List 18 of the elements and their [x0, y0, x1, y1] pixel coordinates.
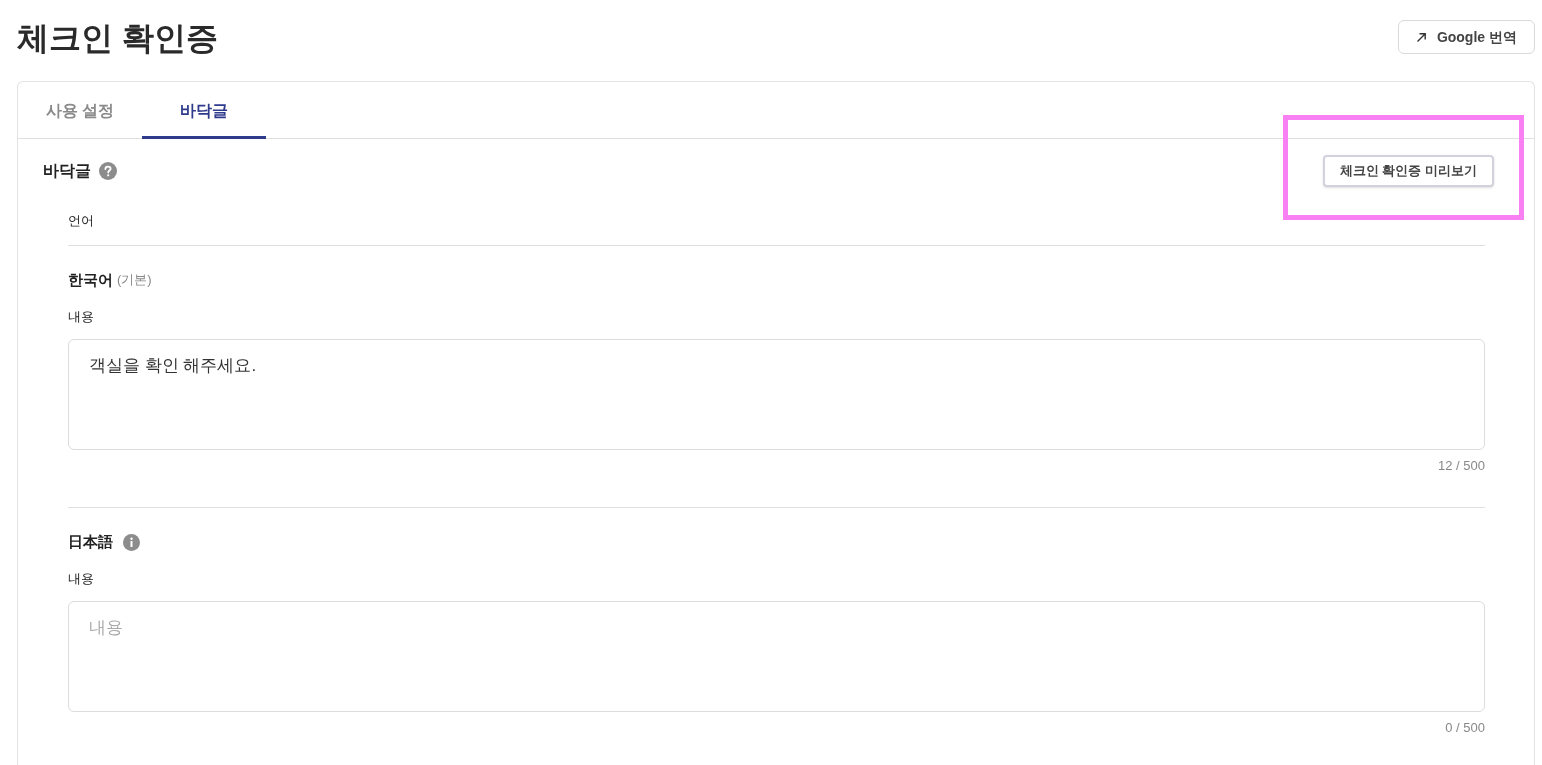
- language-name: 한국어: [68, 269, 113, 290]
- content-label: 내용: [68, 308, 95, 326]
- external-arrow-icon: [1415, 31, 1427, 43]
- character-counter: 0 / 500: [1445, 719, 1485, 737]
- default-note: (기본): [117, 271, 152, 290]
- content-label: 내용: [68, 570, 95, 588]
- google-translate-button[interactable]: Google 번역: [1397, 20, 1535, 54]
- language-label: 언어: [68, 212, 95, 230]
- info-icon[interactable]: [123, 533, 140, 551]
- language-name: 日本語: [68, 531, 113, 552]
- character-counter: 12 / 500: [1438, 457, 1485, 475]
- preview-button[interactable]: 체크인 확인증 미리보기: [1322, 155, 1494, 187]
- tab[interactable]: 바닥글: [142, 82, 266, 139]
- page-title: 체크인 확인증: [17, 19, 218, 58]
- section-title: 바닥글: [43, 161, 91, 181]
- content-field[interactable]: 객실을 확인 해주세요.: [68, 339, 1485, 450]
- help-icon[interactable]: [99, 162, 117, 180]
- content-field[interactable]: 내용: [68, 601, 1485, 712]
